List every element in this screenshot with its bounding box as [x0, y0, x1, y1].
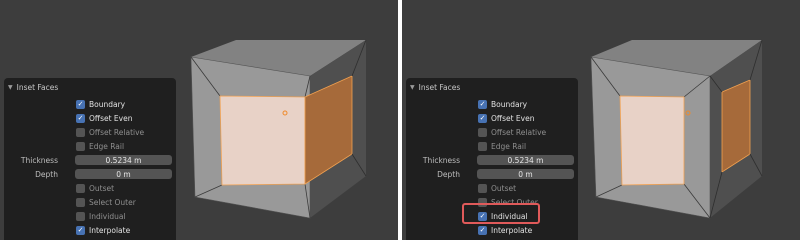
checkbox-outset[interactable]: [76, 183, 85, 193]
checkbox-individual[interactable]: ✓: [478, 211, 487, 221]
label-boundary: Boundary: [491, 99, 528, 109]
thickness-label: Thickness: [20, 155, 58, 165]
checkbox-offset-relative[interactable]: [478, 127, 487, 137]
label-boundary: Boundary: [89, 99, 126, 109]
label-select-outer: Select Outer: [491, 197, 538, 207]
depth-row: Depth 0 m: [406, 168, 578, 180]
inset-faces-panel: ▼ Inset Faces ✓ Boundary ✓ Offset Even O…: [4, 78, 176, 240]
option-offset-even[interactable]: ✓ Offset Even: [4, 112, 176, 124]
checkbox-interpolate[interactable]: ✓: [76, 225, 85, 235]
checkbox-offset-even[interactable]: ✓: [76, 113, 85, 123]
checkmark-icon: ✓: [479, 225, 486, 234]
option-individual[interactable]: Individual: [4, 210, 176, 222]
label-edge-rail: Edge Rail: [491, 141, 527, 151]
thickness-field[interactable]: 0.5234 m: [477, 155, 574, 165]
checkbox-boundary[interactable]: ✓: [478, 99, 487, 109]
option-interpolate[interactable]: ✓ Interpolate: [4, 224, 176, 236]
option-select-outer[interactable]: Select Outer: [4, 196, 176, 208]
option-outset[interactable]: Outset: [406, 182, 578, 194]
checkmark-icon: ✓: [479, 211, 486, 220]
option-individual[interactable]: ✓ Individual: [406, 210, 578, 222]
thickness-label: Thickness: [422, 155, 460, 165]
option-boundary[interactable]: ✓ Boundary: [406, 98, 578, 110]
checkmark-icon: ✓: [77, 113, 84, 122]
checkbox-outset[interactable]: [478, 183, 487, 193]
checkmark-icon: ✓: [479, 99, 486, 108]
label-select-outer: Select Outer: [89, 197, 136, 207]
panel-header[interactable]: ▼ Inset Faces: [410, 81, 460, 93]
option-offset-even[interactable]: ✓ Offset Even: [406, 112, 578, 124]
checkbox-offset-even[interactable]: ✓: [478, 113, 487, 123]
label-interpolate: Interpolate: [491, 225, 533, 235]
option-outset[interactable]: Outset: [4, 182, 176, 194]
panel-header[interactable]: ▼ Inset Faces: [8, 81, 58, 93]
panel-title: Inset Faces: [16, 82, 59, 92]
checkmark-icon: ✓: [77, 225, 84, 234]
label-individual: Individual: [89, 211, 126, 221]
viewport-right[interactable]: ▼ Inset Faces ✓ Boundary ✓ Offset Even O…: [402, 0, 800, 240]
checkbox-interpolate[interactable]: ✓: [478, 225, 487, 235]
option-interpolate[interactable]: ✓ Interpolate: [406, 224, 578, 236]
checkbox-offset-relative[interactable]: [76, 127, 85, 137]
option-boundary[interactable]: ✓ Boundary: [4, 98, 176, 110]
thickness-row: Thickness 0.5234 m: [406, 154, 578, 166]
option-offset-relative[interactable]: Offset Relative: [406, 126, 578, 138]
thickness-field[interactable]: 0.5234 m: [75, 155, 172, 165]
checkbox-select-outer[interactable]: [76, 197, 85, 207]
chevron-down-icon[interactable]: ▼: [410, 84, 415, 91]
label-offset-relative: Offset Relative: [491, 127, 547, 137]
checkbox-edge-rail[interactable]: [478, 141, 487, 151]
option-select-outer[interactable]: Select Outer: [406, 196, 578, 208]
label-individual: Individual: [491, 211, 528, 221]
checkmark-icon: ✓: [479, 113, 486, 122]
depth-field[interactable]: 0 m: [75, 169, 172, 179]
option-offset-relative[interactable]: Offset Relative: [4, 126, 176, 138]
panel-title: Inset Faces: [418, 82, 461, 92]
label-offset-even: Offset Even: [89, 113, 133, 123]
label-outset: Outset: [89, 183, 115, 193]
depth-label: Depth: [437, 169, 460, 179]
viewport-left[interactable]: ▼ Inset Faces ✓ Boundary ✓ Offset Even O…: [0, 0, 398, 240]
label-edge-rail: Edge Rail: [89, 141, 125, 151]
depth-row: Depth 0 m: [4, 168, 176, 180]
option-edge-rail[interactable]: Edge Rail: [406, 140, 578, 152]
depth-label: Depth: [35, 169, 58, 179]
label-offset-relative: Offset Relative: [89, 127, 145, 137]
checkmark-icon: ✓: [77, 99, 84, 108]
label-outset: Outset: [491, 183, 517, 193]
label-offset-even: Offset Even: [491, 113, 535, 123]
label-interpolate: Interpolate: [89, 225, 131, 235]
chevron-down-icon[interactable]: ▼: [8, 84, 13, 91]
depth-field[interactable]: 0 m: [477, 169, 574, 179]
thickness-row: Thickness 0.5234 m: [4, 154, 176, 166]
inset-faces-panel: ▼ Inset Faces ✓ Boundary ✓ Offset Even O…: [406, 78, 578, 240]
checkbox-boundary[interactable]: ✓: [76, 99, 85, 109]
checkbox-individual[interactable]: [76, 211, 85, 221]
option-edge-rail[interactable]: Edge Rail: [4, 140, 176, 152]
checkbox-select-outer[interactable]: [478, 197, 487, 207]
checkbox-edge-rail[interactable]: [76, 141, 85, 151]
